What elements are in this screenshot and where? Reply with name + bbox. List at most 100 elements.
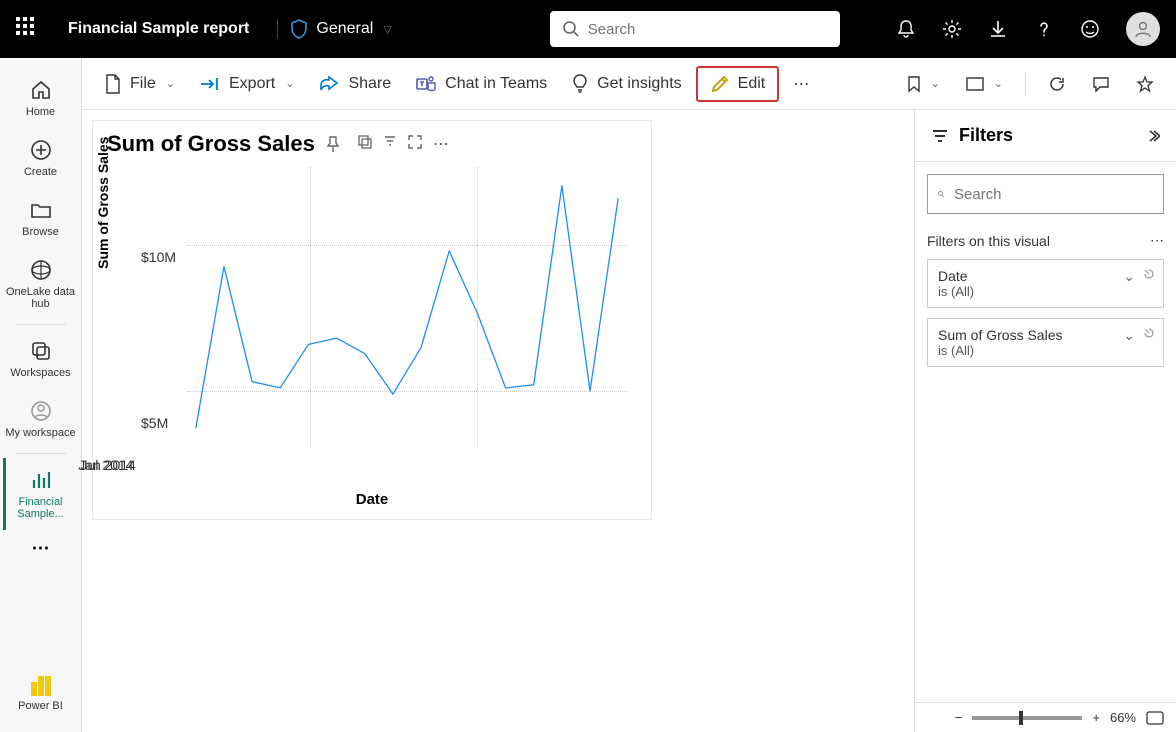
folder-icon (29, 198, 53, 222)
copy-icon[interactable] (357, 134, 373, 154)
report-canvas[interactable]: Sum of Gross Sales ⋯ Sum of Gross Sales … (82, 110, 914, 732)
nav-home[interactable]: Home (5, 68, 77, 128)
feedback-icon[interactable] (1080, 19, 1100, 39)
global-search[interactable] (550, 11, 840, 47)
more-icon[interactable]: ⋯ (433, 134, 449, 154)
report-icon (29, 468, 53, 492)
toolbar-right: ⌄ ⌄ (897, 69, 1164, 99)
file-label: File (130, 75, 156, 93)
nav-label: Power BI (18, 700, 63, 712)
sensitivity-label: General (316, 20, 373, 38)
datahub-icon (29, 258, 53, 282)
refresh-button[interactable] (1038, 69, 1076, 99)
plot-area (187, 167, 627, 447)
x-axis-label: Date (107, 491, 637, 508)
filters-body: Filters on this visual ⋯ Date is (All) ⌄… (915, 162, 1176, 389)
export-label: Export (229, 75, 275, 93)
nav-label: Home (26, 106, 55, 118)
main-layout: Home Create Browse OneLake data hub Work… (0, 58, 1176, 732)
create-icon (29, 138, 53, 162)
insights-button[interactable]: Get insights (561, 67, 691, 101)
nav-browse[interactable]: Browse (5, 188, 77, 248)
help-icon[interactable] (1034, 19, 1054, 39)
nav-label: Workspaces (10, 367, 70, 379)
zoom-in[interactable]: + (1092, 710, 1100, 725)
nav-label: My workspace (5, 427, 75, 439)
nav-more[interactable]: ⋯ (24, 530, 58, 567)
search-input[interactable] (588, 21, 828, 38)
nav-create[interactable]: Create (5, 128, 77, 188)
nav-current-report[interactable]: Financial Sample... (3, 458, 75, 530)
edit-button[interactable]: Edit (696, 66, 780, 102)
expand-icon[interactable]: ⌄ (1123, 327, 1135, 344)
pin-icon[interactable] (325, 135, 341, 153)
file-menu[interactable]: File ⌄ (94, 67, 185, 101)
canvas-row: Sum of Gross Sales ⋯ Sum of Gross Sales … (82, 110, 1176, 732)
comment-button[interactable] (1082, 69, 1120, 99)
view-dropdown[interactable]: ⌄ (956, 71, 1013, 97)
nav-label: Create (24, 166, 57, 178)
clear-icon[interactable] (1143, 268, 1155, 285)
filters-title: Filters (959, 125, 1013, 146)
y-axis-label: Sum of Gross Sales (95, 137, 111, 269)
section-more-icon[interactable]: ⋯ (1150, 232, 1164, 249)
focus-icon[interactable] (407, 134, 423, 154)
nav-myworkspace[interactable]: My workspace (5, 389, 77, 449)
notifications-icon[interactable] (896, 19, 916, 39)
nav-powerbi[interactable]: Power BI (5, 660, 77, 722)
filter-search-input[interactable] (954, 186, 1153, 203)
chevron-down-icon: ⌄ (166, 77, 175, 90)
visual-header: Sum of Gross Sales ⋯ (107, 131, 637, 157)
toolbar-more[interactable]: ⋯ (783, 68, 819, 100)
settings-icon[interactable] (942, 19, 962, 39)
filter-value: is (All) (938, 284, 1153, 299)
collapse-icon[interactable] (1146, 129, 1160, 143)
search-icon (562, 20, 580, 38)
nav-onelake[interactable]: OneLake data hub (5, 248, 77, 320)
y-tick: $10M (141, 249, 176, 265)
toolbar: File ⌄ Export ⌄ Share Chat in Teams Get … (82, 58, 1176, 110)
powerbi-icon (31, 670, 51, 696)
app-launcher-icon[interactable] (16, 17, 40, 41)
top-header: Financial Sample report General ▽ (0, 0, 1176, 58)
bookmark-dropdown[interactable]: ⌄ (897, 69, 950, 99)
share-button[interactable]: Share (308, 69, 401, 99)
export-menu[interactable]: Export ⌄ (189, 69, 304, 99)
nav-workspaces[interactable]: Workspaces (5, 329, 77, 389)
fit-page-icon[interactable] (1146, 711, 1164, 725)
separator (1025, 72, 1026, 96)
filters-icon (931, 128, 949, 144)
report-title: Financial Sample report (56, 20, 261, 38)
search-icon (938, 186, 944, 202)
myworkspace-icon (29, 399, 53, 423)
chat-label: Chat in Teams (445, 75, 547, 93)
line-series (187, 167, 627, 447)
left-nav: Home Create Browse OneLake data hub Work… (0, 58, 82, 732)
chevron-down-icon: ⌄ (931, 77, 940, 90)
expand-icon[interactable]: ⌄ (1123, 268, 1135, 285)
filter-section-title: Filters on this visual ⋯ (927, 232, 1164, 249)
share-label: Share (348, 75, 391, 93)
filter-search[interactable] (927, 174, 1164, 214)
nav-label: OneLake data hub (5, 286, 77, 310)
filter-icon[interactable] (383, 134, 397, 154)
download-icon[interactable] (988, 19, 1008, 39)
chevron-down-icon: ⌄ (285, 77, 294, 90)
refresh-icon (1048, 75, 1066, 93)
line-chart-visual[interactable]: Sum of Gross Sales ⋯ Sum of Gross Sales … (92, 120, 652, 520)
filter-card-gross-sales[interactable]: Sum of Gross Sales is (All) ⌄ (927, 318, 1164, 367)
filter-name: Date (938, 268, 1153, 284)
sensitivity-dropdown[interactable]: General ▽ (277, 19, 403, 39)
filter-name: Sum of Gross Sales (938, 327, 1153, 343)
chat-teams-button[interactable]: Chat in Teams (405, 68, 557, 100)
nav-label: Browse (22, 226, 59, 238)
zoom-slider[interactable] (972, 716, 1082, 720)
status-bar: − + 66% (915, 702, 1176, 732)
clear-icon[interactable] (1143, 327, 1155, 344)
file-icon (104, 73, 122, 95)
filter-card-date[interactable]: Date is (All) ⌄ (927, 259, 1164, 308)
favorite-button[interactable] (1126, 69, 1164, 99)
account-avatar[interactable] (1126, 12, 1160, 46)
view-icon (966, 77, 984, 91)
zoom-out[interactable]: − (955, 710, 963, 725)
